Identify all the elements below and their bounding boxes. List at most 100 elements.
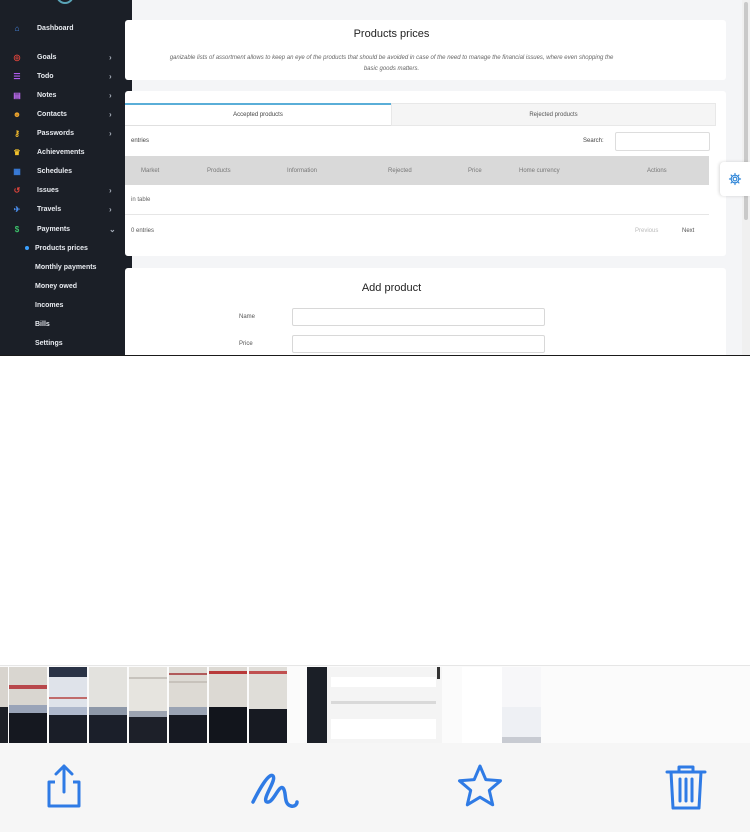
sidebar-item-label: Schedules (37, 168, 73, 175)
favorite-icon[interactable] (455, 762, 505, 812)
trophy-icon: ♛ (13, 148, 21, 157)
screenshot-border (0, 355, 750, 356)
sidebar-item-dashboard[interactable]: ⌂ Dashboard (0, 19, 132, 38)
sidebar-item-label: Travels (37, 206, 62, 213)
add-product-title: Add product (361, 282, 422, 294)
sidebar-item-label: Notes (37, 92, 57, 99)
thumbnail[interactable] (249, 667, 287, 743)
search-label: Search: (583, 138, 604, 144)
column-header-actions[interactable]: Actions (647, 168, 667, 174)
trash-icon[interactable] (661, 762, 711, 812)
sidebar-item-label: Issues (37, 187, 59, 194)
entries-label: entries (131, 138, 150, 144)
sidebar: ⌂ Dashboard ◎ Goals › ☰ Todo › ▤ Notes ›… (0, 0, 132, 356)
sidebar-item-notes[interactable]: ▤ Notes › (0, 86, 132, 105)
thumbnail[interactable] (89, 667, 127, 743)
products-table-card: Accepted products Rejected products entr… (125, 91, 726, 256)
sidebar-item-todo[interactable]: ☰ Todo › (0, 67, 132, 86)
note-icon: ▤ (13, 91, 21, 100)
history-icon: ↺ (13, 186, 21, 195)
thumbnail[interactable] (307, 667, 442, 743)
calendar-icon: ▦ (13, 167, 21, 176)
sidebar-item-label: Payments (37, 226, 71, 233)
key-icon: ⚷ (14, 129, 20, 138)
sidebar-subitem-monthly-payments[interactable]: Monthly payments (35, 264, 96, 271)
home-icon: ⌂ (14, 24, 20, 33)
sidebar-item-label: Achievements (37, 149, 85, 156)
empty-table-message: in table (131, 197, 151, 203)
sidebar-subitem-money-owed[interactable]: Money owed (35, 283, 77, 290)
dollar-icon: $ (14, 225, 20, 234)
sidebar-item-goals[interactable]: ◎ Goals › (0, 48, 132, 67)
chevron-down-icon: ⌄ (109, 225, 116, 234)
thumbnail[interactable] (129, 667, 167, 743)
price-field[interactable] (292, 335, 545, 353)
sidebar-item-label: Todo (37, 73, 54, 80)
chevron-right-icon: › (109, 129, 112, 138)
chevron-right-icon: › (109, 91, 112, 100)
sidebar-subitem-settings[interactable]: Settings (35, 340, 63, 347)
sidebar-item-passwords[interactable]: ⚷ Passwords › (0, 124, 132, 143)
users-icon: ☻ (12, 110, 22, 119)
name-field[interactable] (292, 308, 545, 326)
name-label: Name (239, 314, 256, 320)
chevron-right-icon: › (109, 110, 112, 119)
markup-icon[interactable] (249, 762, 299, 812)
tab-rejected-products[interactable]: Rejected products (391, 103, 716, 126)
thumbnail[interactable] (209, 667, 247, 743)
app-screenshot: ⌂ Dashboard ◎ Goals › ☰ Todo › ▤ Notes ›… (0, 0, 750, 356)
entries-info: 0 entries (131, 228, 155, 234)
page-title: Products prices (353, 28, 430, 40)
table-header: Market Products Information Rejected Pri… (125, 156, 709, 185)
chevron-right-icon: › (109, 53, 112, 62)
list-icon: ☰ (13, 72, 21, 81)
sidebar-subitem-products-prices[interactable]: Products prices (35, 245, 88, 252)
description-line: basic goods matters. (363, 66, 420, 72)
thumbnail[interactable] (0, 667, 8, 743)
chevron-right-icon: › (109, 72, 112, 81)
next-page-button[interactable]: Next (682, 228, 694, 234)
sidebar-item-label: Contacts (37, 111, 67, 118)
page-header-card: Products prices ganizable lists of assor… (125, 20, 726, 80)
bottom-toolbar (0, 743, 750, 832)
previous-page-button[interactable]: Previous (635, 228, 658, 234)
thumbnail-strip[interactable] (0, 665, 750, 743)
search-input[interactable] (615, 132, 710, 151)
column-header-products[interactable]: Products (207, 168, 231, 174)
share-icon[interactable] (39, 762, 89, 812)
column-header-home-currency[interactable]: Home currency (519, 168, 560, 174)
sidebar-item-label: Passwords (37, 130, 74, 137)
sidebar-item-travels[interactable]: ✈ Travels › (0, 200, 132, 219)
description-line: ganizable lists of assortment allows to … (169, 55, 614, 61)
sidebar-item-label: Goals (37, 54, 57, 61)
logo (56, 0, 74, 4)
thumbnail[interactable] (9, 667, 47, 743)
thumbnail[interactable] (462, 667, 541, 743)
gear-icon (728, 172, 742, 186)
thumbnail[interactable] (169, 667, 207, 743)
column-header-rejected[interactable]: Rejected (388, 168, 412, 174)
column-header-market[interactable]: Market (141, 168, 159, 174)
sidebar-item-label: Dashboard (37, 25, 74, 32)
sidebar-item-issues[interactable]: ↺ Issues › (0, 181, 132, 200)
sidebar-item-achievements[interactable]: ♛ Achievements (0, 143, 132, 162)
tab-accepted-products[interactable]: Accepted products (125, 103, 391, 126)
chevron-right-icon: › (109, 186, 112, 195)
sidebar-subitem-incomes[interactable]: Incomes (35, 302, 63, 309)
active-indicator (25, 246, 29, 250)
add-product-card: Add product Name Price (125, 268, 726, 356)
target-icon: ◎ (13, 53, 21, 62)
price-label: Price (239, 341, 253, 347)
sidebar-item-payments[interactable]: $ Payments ⌄ (0, 220, 132, 239)
sidebar-subitem-bills[interactable]: Bills (35, 321, 50, 328)
chevron-right-icon: › (109, 205, 112, 214)
page-description: ganizable lists of assortment allows to … (125, 53, 658, 75)
settings-button[interactable] (720, 162, 750, 196)
column-header-price[interactable]: Price (468, 168, 482, 174)
divider (125, 214, 709, 215)
plane-icon: ✈ (13, 205, 21, 214)
thumbnail[interactable] (49, 667, 87, 743)
sidebar-item-schedules[interactable]: ▦ Schedules (0, 162, 132, 181)
column-header-information[interactable]: Information (287, 168, 317, 174)
sidebar-item-contacts[interactable]: ☻ Contacts › (0, 105, 132, 124)
